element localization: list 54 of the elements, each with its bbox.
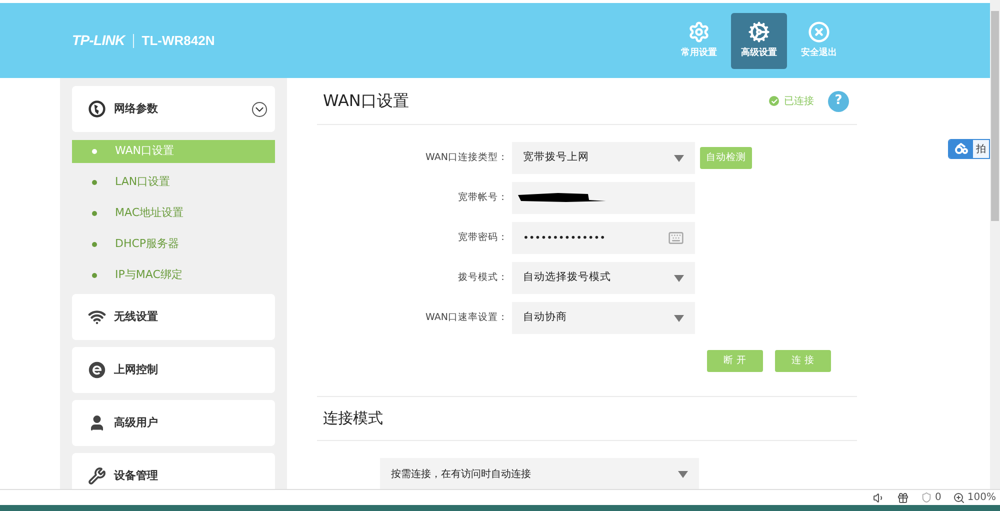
select-field[interactable]: 宽带拨号上网: [512, 142, 695, 174]
section-title: 连接模式: [323, 408, 383, 430]
connection-status: 已连接: [769, 94, 814, 108]
close-icon: [808, 20, 830, 43]
sidebar-label: 设备管理: [114, 468, 158, 484]
wifi-icon: [88, 308, 106, 326]
field-label: 宽带帐号：: [457, 190, 509, 205]
select-field[interactable]: 按需连接，在有访问时自动连接: [380, 458, 699, 489]
sidebar-item[interactable]: 无线设置: [72, 294, 275, 340]
section-title: WAN口设置: [323, 90, 409, 112]
field-label: WAN口连接类型：: [424, 150, 509, 165]
brand-logo: TP-LINK: [72, 31, 125, 50]
settings-icon: [688, 20, 710, 43]
settings-icon: [748, 20, 770, 43]
select-field[interactable]: 自动选择拨号模式: [512, 262, 695, 294]
bullet-icon: [92, 180, 97, 185]
chevron-icon: [252, 102, 267, 116]
sidebar-label: 上网控制: [114, 362, 158, 378]
blocked-count: 0: [935, 491, 942, 505]
sidebar-label: 无线设置: [114, 308, 158, 325]
side-tab-label: 拍: [975, 142, 987, 156]
e-circle-icon: [88, 361, 106, 379]
cloud-link-icon: [954, 143, 968, 155]
bullet-icon: [92, 149, 97, 154]
field-label: 宽带密码：: [457, 230, 509, 245]
bullet-icon: [92, 211, 97, 216]
dropdown-caret-icon: [678, 470, 688, 478]
field-label: WAN口速率设置：: [424, 310, 509, 325]
keyboard-icon: [668, 230, 684, 246]
zoom-icon: [953, 492, 966, 504]
sidebar-item[interactable]: 网络参数: [72, 86, 275, 132]
nav-tab[interactable]: 高级设置: [731, 12, 787, 68]
sidebar-item[interactable]: 上网控制: [72, 347, 275, 393]
dropdown-caret-icon: [674, 314, 684, 322]
zoom-level[interactable]: 100%: [967, 490, 996, 505]
select-field[interactable]: 自动协商: [512, 302, 695, 334]
model-name: TL-WR842N: [142, 32, 215, 50]
shield-icon: [921, 492, 932, 503]
sidebar-label: 高级用户: [114, 414, 158, 431]
tools-icon: [88, 467, 106, 485]
input-field[interactable]: [512, 182, 695, 214]
sidebar-item[interactable]: 设备管理: [72, 453, 275, 489]
dropdown-caret-icon: [674, 154, 684, 162]
bullet-icon: [92, 273, 97, 278]
gift-icon: [897, 492, 910, 504]
field-label: 拨号模式：: [457, 270, 509, 285]
password-field[interactable]: ••••••••••••••: [512, 222, 695, 254]
user-icon: [88, 414, 106, 432]
sidebar-label: 网络参数: [114, 100, 158, 117]
check-icon: [769, 96, 779, 106]
sidebar-item[interactable]: 高级用户: [72, 400, 275, 446]
side-tab[interactable]: 拍: [948, 139, 990, 159]
dropdown-caret-icon: [674, 274, 684, 282]
bullet-icon: [92, 242, 97, 247]
